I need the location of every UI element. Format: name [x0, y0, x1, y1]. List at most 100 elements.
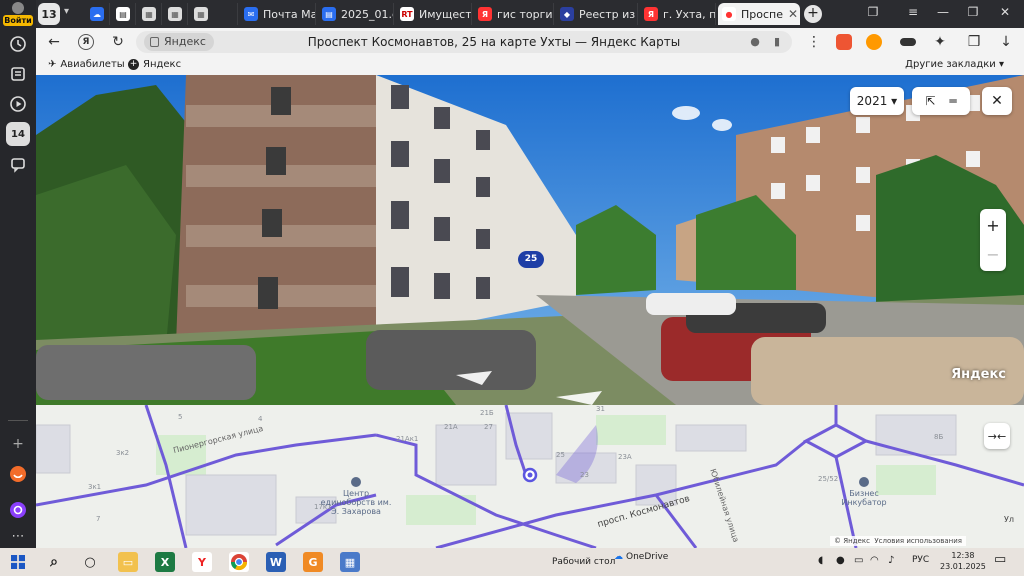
tab-registry[interactable]: ◆ Реестр из — [556, 3, 638, 25]
location-icon[interactable]: ● — [748, 35, 762, 49]
street-panorama[interactable]: 25 2021 ▾ ⇱ ═ ✕ + − Яндекс — [36, 75, 1024, 405]
more-icon[interactable]: ⋮ — [804, 32, 824, 52]
tab-property[interactable]: RT Имущест — [396, 3, 472, 25]
menu-lines-icon[interactable]: ═ — [949, 94, 956, 108]
speaker-icon[interactable]: ♪ — [888, 555, 894, 566]
app-g-icon[interactable]: G — [303, 552, 323, 572]
cloud-icon: ☁ — [90, 7, 104, 21]
poi-business-incubator[interactable]: Бизнес Инкубатор — [836, 477, 892, 507]
maps-pin-icon: ● — [722, 7, 736, 21]
bookmark-flights[interactable]: ✈ Авиабилеты — [48, 59, 125, 70]
terms-link[interactable]: Условия использования — [874, 537, 962, 545]
tab-1[interactable]: ☁ — [86, 3, 110, 25]
other-bookmarks[interactable]: Другие закладки ▾ — [905, 59, 1004, 70]
map-collapse-button[interactable]: →← — [984, 423, 1010, 449]
mail-count-badge[interactable]: 14 — [6, 122, 30, 146]
close-panorama-button[interactable]: ✕ — [982, 87, 1012, 115]
wifi-icon[interactable]: ◠ — [870, 555, 879, 566]
bookmark-icon[interactable]: ▮ — [770, 35, 784, 49]
reload-icon[interactable]: ↻ — [108, 32, 128, 52]
screenshot-icon[interactable]: ❒ — [964, 32, 984, 52]
downloads-icon[interactable]: ↓ — [996, 32, 1016, 52]
video-icon[interactable] — [6, 92, 30, 116]
address-bar-row: ← Я ↻ Яндекс Проспект Космонавтов, 25 на… — [36, 28, 1024, 56]
image-icon: ▦ — [142, 7, 156, 21]
image-icon: ▦ — [194, 7, 208, 21]
restore-icon[interactable]: ❐ — [964, 5, 982, 19]
image-icon: ▦ — [168, 7, 182, 21]
address-bar[interactable]: Яндекс Проспект Космонавтов, 25 на карте… — [136, 31, 792, 53]
network-icon[interactable]: ▭ — [854, 555, 863, 566]
mail-icon: ✉ — [244, 7, 258, 21]
share-expand-group: ⇱ ═ — [912, 87, 970, 115]
tab-mail[interactable]: ✉ Почта Ма — [240, 3, 316, 25]
bookmark-yandex[interactable]: + Яндекс — [128, 59, 181, 70]
zoom-in-icon[interactable]: + — [986, 216, 999, 235]
extension-dark-icon[interactable] — [900, 38, 916, 46]
extension-face-icon[interactable] — [866, 34, 882, 50]
windows-start-icon[interactable] — [8, 552, 28, 572]
poi-marker-icon — [351, 477, 361, 487]
tab-5[interactable]: ▦ — [190, 3, 238, 25]
volume-icon[interactable]: ◖ — [818, 555, 823, 566]
tabs-dropdown-icon[interactable]: ▾ — [64, 6, 69, 17]
sidebar-divider — [8, 420, 28, 421]
onedrive-cloud-icon: ☁ — [614, 552, 623, 562]
tab-4[interactable]: ▦ — [164, 3, 188, 25]
tab-active-maps[interactable]: ● Проспе ✕ — [718, 3, 800, 25]
onedrive-item[interactable]: ☁ OneDrive — [614, 552, 668, 562]
language-indicator[interactable]: РУС — [912, 555, 929, 565]
lock-icon — [150, 37, 159, 47]
extension-shield-icon[interactable] — [836, 34, 852, 50]
cortana-icon[interactable]: ○ — [80, 552, 100, 572]
bookmark-manager-icon[interactable]: ❐ — [864, 5, 882, 19]
yandex-watermark: Яндекс — [951, 367, 1006, 382]
messenger-icon[interactable] — [6, 152, 30, 176]
plus-icon: + — [128, 59, 139, 70]
site-chip[interactable]: Яндекс — [144, 33, 214, 51]
tab-doc[interactable]: ▤ 2025_01.d — [318, 3, 394, 25]
calculator-icon[interactable]: ▦ — [340, 552, 360, 572]
file-explorer-icon[interactable]: ▭ — [118, 552, 138, 572]
mini-map[interactable]: 5 4 3к2 3к1 7 27 21Б 21А 21Ак1 25 23 23А… — [36, 405, 1024, 548]
open-external-icon[interactable]: ⇱ — [925, 94, 935, 108]
alice-icon[interactable] — [6, 498, 30, 522]
yandex-browser-icon[interactable]: Y — [192, 552, 212, 572]
yandex-home-icon[interactable]: Я — [78, 34, 94, 50]
tab-3[interactable]: ▦ — [138, 3, 162, 25]
word-icon[interactable]: W — [266, 552, 286, 572]
alice-orange-icon[interactable] — [6, 462, 30, 486]
desktop-label[interactable]: Рабочий стол — [552, 557, 615, 567]
close-tab-icon[interactable]: ✕ — [788, 7, 798, 21]
tab-gis[interactable]: Ягис торги — [474, 3, 554, 25]
poi-martial-arts-center[interactable]: Центр единоборств им. Э. Захарова — [316, 477, 396, 516]
clock[interactable]: 12:38 23.01.2025 — [940, 550, 986, 572]
excel-icon[interactable]: X — [155, 552, 175, 572]
tabs-count-button[interactable]: 13 — [38, 3, 60, 25]
year-select[interactable]: 2021 ▾ — [850, 87, 904, 115]
close-window-icon[interactable]: ✕ — [996, 5, 1014, 19]
sidebar-more-icon[interactable]: ⋯ — [6, 524, 30, 548]
tab-2[interactable]: ▤ — [112, 3, 136, 25]
minimize-icon[interactable]: — — [934, 5, 952, 19]
rts-icon: RT — [400, 7, 414, 21]
map-copyright: © Яндекс Условия использования — [830, 536, 966, 546]
tab-ukhta[interactable]: Яг. Ухта, пр — [640, 3, 716, 25]
windows-taskbar: ⌕ ○ ▭ X Y W G ▦ Рабочий стол ☁ OneDrive ◖… — [0, 548, 1024, 576]
new-tab-button[interactable]: + — [804, 5, 822, 23]
back-icon[interactable]: ← — [44, 32, 64, 52]
history-icon[interactable] — [6, 32, 30, 56]
notifications-icon[interactable]: ▭ — [994, 552, 1006, 567]
login-button[interactable]: Войти — [3, 2, 33, 26]
zoom-out-icon[interactable]: − — [986, 245, 999, 264]
collections-icon[interactable] — [6, 62, 30, 86]
yandex-icon: Я — [644, 7, 658, 21]
airplane-icon: ✈ — [48, 59, 57, 70]
page-title: Проспект Космонавтов, 25 на карте Ухты —… — [307, 35, 681, 49]
menu-icon[interactable]: ≡ — [904, 5, 922, 19]
search-icon[interactable]: ⌕ — [44, 552, 64, 572]
add-panel-icon[interactable]: + — [6, 432, 30, 456]
extensions-puzzle-icon[interactable]: ✦ — [930, 32, 950, 52]
microphone-icon[interactable]: ● — [836, 555, 845, 566]
chrome-icon[interactable] — [229, 552, 249, 572]
